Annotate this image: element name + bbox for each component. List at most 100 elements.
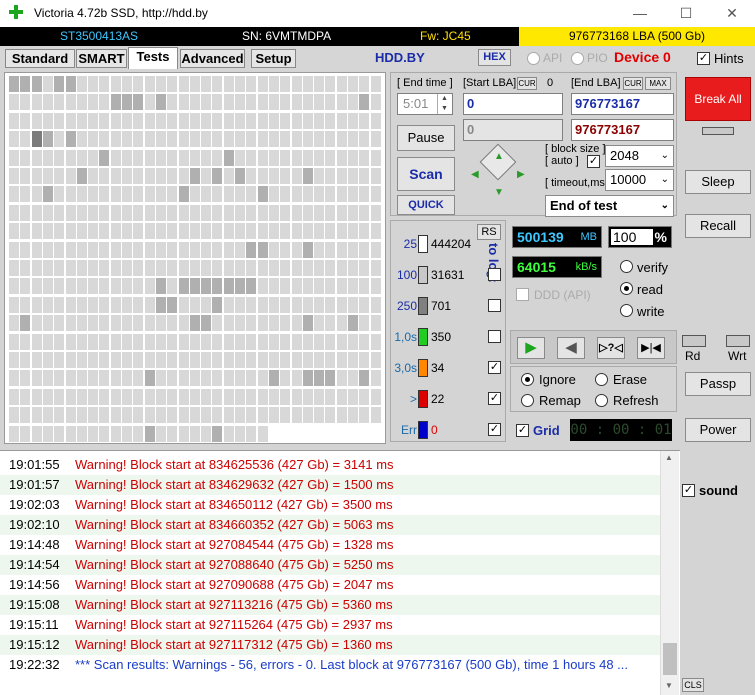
arrow-down-icon[interactable]: ▼ [494,187,504,198]
log-checkbox[interactable] [488,330,501,343]
block-cell [257,315,268,332]
block-cell [133,186,144,203]
block-cell [42,149,53,166]
block-cell [99,388,110,405]
tab-setup[interactable]: Setup [251,49,296,68]
log-checkbox[interactable]: ✓ [488,361,501,374]
close-button[interactable]: ✕ [709,0,755,27]
hex-button[interactable]: HEX [478,49,511,66]
auto-checkbox[interactable]: ✓ [587,155,600,168]
start-cur-button[interactable]: CUR [517,77,537,90]
random-icon[interactable]: ▷?◁ [597,337,625,359]
block-cell [42,131,53,148]
break-all-button[interactable]: Break All [685,77,751,121]
block-cell [314,131,325,148]
scroll-down-icon[interactable]: ▼ [665,681,673,690]
block-cell [76,260,87,276]
refresh-radio[interactable] [595,394,608,407]
log-scrollbar[interactable]: ▲ ▼ [660,451,679,695]
passp-button[interactable]: Passp [685,372,751,396]
block-cell [20,352,31,368]
maximize-button[interactable]: ☐ [663,0,709,27]
block-cell [280,131,291,148]
block-cell [76,407,87,424]
scroll-up-icon[interactable]: ▲ [665,453,673,462]
block-cell [325,388,336,405]
log-checkbox[interactable] [488,299,501,312]
ddd-api-checkbox[interactable] [516,288,529,301]
play-icon[interactable]: ▶ [517,337,545,359]
log-checkbox[interactable]: ✓ [488,423,501,436]
ignore-radio[interactable] [521,373,534,386]
block-cell [314,168,325,184]
block-cell [178,223,189,240]
block-cell [268,168,279,184]
minimize-button[interactable]: — [617,0,663,27]
end-cur-button[interactable]: CUR [623,77,643,90]
block-cell [133,333,144,350]
read-radio[interactable] [620,282,633,295]
api-radio[interactable] [527,52,540,65]
hdd-by-link[interactable]: HDD.BY [375,50,425,65]
verify-radio[interactable] [620,260,633,273]
block-cell [280,186,291,203]
end-lba-field[interactable]: 976773167 [571,93,674,115]
quick-button[interactable]: QUICK [397,195,455,215]
timeout-select[interactable]: 10000 ⌄ [605,169,674,191]
arrow-right-icon[interactable]: ▶ [517,169,525,180]
scan-button[interactable]: Scan [397,157,455,191]
block-cell [144,333,155,350]
legend-threshold: 100 [396,268,417,282]
block-cell [246,186,257,203]
block-cell [246,223,257,240]
hints-checkbox[interactable]: ✓ [697,52,710,65]
block-cell [201,241,212,258]
block-cell [223,260,234,276]
block-cell [178,112,189,129]
butterfly-icon[interactable]: ▶|◀ [637,337,665,359]
arrow-left-icon[interactable]: ◀ [471,169,479,180]
block-cell [201,333,212,350]
end-time-spinner[interactable]: ▲ ▼ [437,94,451,114]
start-lba-field[interactable]: 0 [463,93,563,115]
end-of-test-select[interactable]: End of test ⌄ [545,195,674,217]
block-size-select[interactable]: 2048 ⌄ [605,145,674,167]
block-cell [42,388,53,405]
block-cell [20,94,31,111]
block-cell [336,186,347,203]
block-cell [280,352,291,368]
block-cell [314,315,325,332]
reverse-icon[interactable]: ◀ [557,337,585,359]
drive-capacity: 976773168 LBA (500 Gb) [519,27,755,46]
cls-button[interactable]: CLS [682,678,704,692]
log-checkbox[interactable] [488,268,501,281]
block-cell [122,241,132,258]
tab-smart[interactable]: SMART [76,49,127,68]
sleep-button[interactable]: Sleep [685,170,751,194]
block-cell [20,388,31,405]
tab-standard[interactable]: Standard [5,49,75,68]
remap-radio[interactable] [521,394,534,407]
block-cell [201,352,212,368]
end-max-button[interactable]: MAX [645,77,671,90]
block-cell [336,149,347,166]
arrow-up-icon[interactable]: ▲ [494,151,504,162]
scroll-thumb[interactable] [663,643,677,675]
wrt-label: Wrt [728,349,747,363]
tab-advanced[interactable]: Advanced [180,49,245,68]
pause-button[interactable]: Pause [397,125,455,151]
grid-checkbox[interactable]: ✓ [516,424,529,437]
block-cell [246,204,257,221]
block-cell [223,112,234,129]
write-radio[interactable] [620,304,633,317]
block-cell [235,204,245,221]
recall-button[interactable]: Recall [685,214,751,238]
erase-radio[interactable] [595,373,608,386]
tab-tests[interactable]: Tests [128,47,178,69]
pio-radio[interactable] [571,52,584,65]
block-cell [291,241,302,258]
block-cell [167,278,178,295]
sound-checkbox[interactable]: ✓ [682,484,695,497]
log-checkbox[interactable]: ✓ [488,392,501,405]
power-button[interactable]: Power [685,418,751,442]
